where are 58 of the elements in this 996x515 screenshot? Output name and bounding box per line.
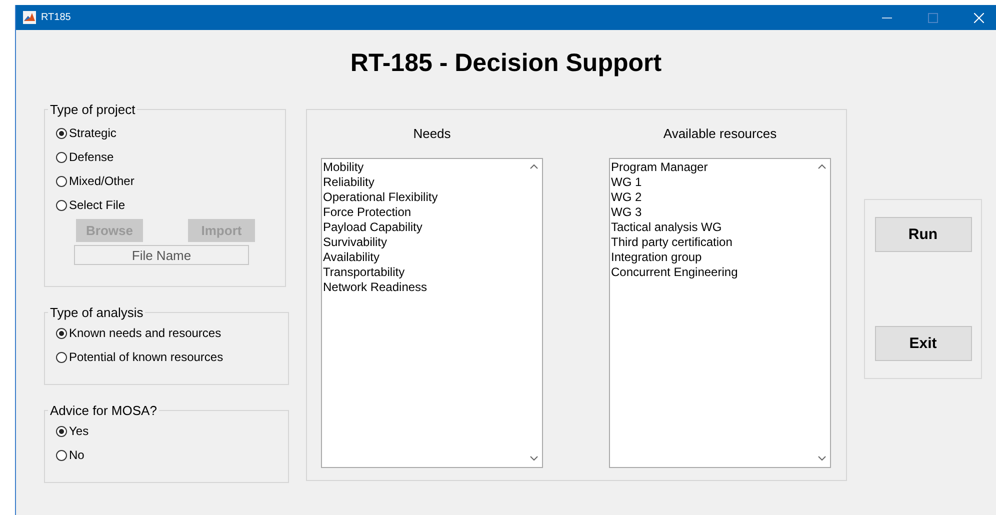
list-item[interactable]: Operational Flexibility <box>323 190 525 205</box>
list-item[interactable]: Transportability <box>323 265 525 280</box>
radio-label: Defense <box>69 150 114 164</box>
close-icon[interactable] <box>974 12 984 22</box>
list-item[interactable]: WG 2 <box>611 190 813 205</box>
list-item[interactable]: WG 1 <box>611 175 813 190</box>
group-title: Type of project <box>49 102 136 117</box>
list-title: Available resources <box>663 126 777 142</box>
radio-label: Strategic <box>69 126 116 140</box>
app-icon <box>23 11 36 24</box>
list-item[interactable]: Survivability <box>323 235 525 250</box>
radio-button[interactable] <box>56 200 67 210</box>
radio-button[interactable] <box>56 328 67 338</box>
radio-option[interactable]: Defense <box>56 145 277 169</box>
radio-button[interactable] <box>56 450 67 460</box>
radio-button[interactable] <box>56 352 67 362</box>
list-title: Needs <box>413 126 451 142</box>
action-button[interactable]: Exit <box>874 326 972 361</box>
list-item[interactable]: Mobility <box>323 160 525 175</box>
radio-label: No <box>69 448 84 462</box>
scroll-down-icon[interactable] <box>530 456 538 461</box>
app-heading: RT-185 - Decision Support <box>349 48 663 79</box>
list-item[interactable]: Force Protection <box>323 205 525 220</box>
list-item[interactable]: Reliability <box>323 175 525 190</box>
radio-button[interactable] <box>56 128 67 138</box>
list-box[interactable]: Mobility Reliability Operational Flexibility Force Protection Payload Capability Survivability Availability Transportability Network Readiness <box>321 158 543 468</box>
radio-label: Select File <box>69 198 126 212</box>
group-title: Advice for MOSA? <box>49 403 158 418</box>
list-item[interactable]: Third party certification <box>611 235 813 250</box>
radio-option[interactable]: Known needs and resources <box>56 321 280 345</box>
list-item[interactable]: Availability <box>323 250 525 265</box>
window-title: RT185 <box>41 12 71 23</box>
radio-label: Known needs and resources <box>69 326 222 340</box>
scroll-up-icon[interactable] <box>818 164 826 169</box>
radio-button[interactable] <box>56 152 67 162</box>
list-item[interactable]: WG 3 <box>611 205 813 220</box>
radio-option[interactable]: Select File <box>56 193 277 217</box>
list-item[interactable]: Tactical analysis WG <box>611 220 813 235</box>
list-item[interactable]: Concurrent Engineering <box>611 265 813 280</box>
radio-label: Mixed/Other <box>69 174 134 188</box>
scroll-up-icon[interactable] <box>530 164 538 169</box>
scroll-down-icon[interactable] <box>818 456 826 461</box>
radio-button[interactable] <box>56 176 67 186</box>
list-box[interactable]: Program Manager WG 1 WG 2 WG 3 Tactical analysis WG Third party certification Integration group Concurrent Engineering <box>609 158 831 468</box>
radio-option[interactable]: Strategic <box>56 121 277 145</box>
list-item[interactable]: Integration group <box>611 250 813 265</box>
radio-option[interactable]: Mixed/Other <box>56 169 277 193</box>
radio-label: Yes <box>69 424 89 438</box>
group-title: Type of analysis <box>49 305 144 320</box>
list-item[interactable]: Program Manager <box>611 160 813 175</box>
radio-option[interactable]: Potential of known resources <box>56 345 280 369</box>
radio-option[interactable]: Yes <box>56 419 280 443</box>
radio-option[interactable]: No <box>56 443 280 467</box>
list-item[interactable]: Payload Capability <box>323 220 525 235</box>
radio-label: Potential of known resources <box>69 350 224 364</box>
list-item[interactable]: Network Readiness <box>323 280 525 295</box>
radio-button[interactable] <box>56 426 67 436</box>
action-button[interactable]: Run <box>874 217 972 252</box>
